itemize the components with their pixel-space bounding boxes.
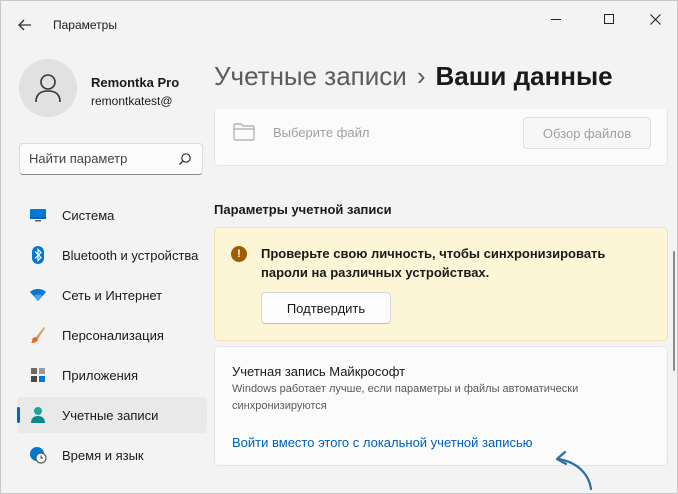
sidebar-item-label: Система bbox=[62, 207, 115, 223]
scrollbar[interactable] bbox=[673, 251, 675, 371]
window-title: Параметры bbox=[53, 18, 117, 32]
user-icon bbox=[35, 74, 61, 103]
warning-text: Проверьте свою личность, чтобы синхрониз… bbox=[261, 246, 606, 280]
sidebar-item-label: Время и язык bbox=[62, 447, 144, 463]
folder-icon bbox=[233, 123, 255, 146]
annotation-arrow-icon bbox=[555, 450, 593, 491]
back-arrow-icon bbox=[18, 19, 31, 31]
sidebar-item-label: Персонализация bbox=[62, 327, 164, 343]
avatar[interactable] bbox=[19, 59, 77, 117]
sidebar-item-bluetooth[interactable]: Bluetooth и устройства bbox=[17, 237, 207, 273]
sidebar-item-personalization[interactable]: Персонализация bbox=[17, 317, 207, 353]
ms-account-description: Windows работает лучше, если параметры и… bbox=[232, 383, 579, 412]
warning-icon: ! bbox=[231, 246, 247, 262]
sidebar-item-system[interactable]: Система bbox=[17, 197, 207, 233]
accounts-icon bbox=[29, 406, 47, 424]
user-email: remontkatest@ bbox=[91, 94, 173, 108]
sidebar-item-apps[interactable]: Приложения bbox=[17, 357, 207, 393]
sidebar-item-label: Bluetooth и устройства bbox=[62, 247, 199, 263]
local-account-link[interactable]: Войти вместо этого с локальной учетной з… bbox=[232, 435, 533, 450]
file-label: Выберите файл bbox=[273, 125, 370, 140]
sidebar-item-label: Сеть и Интернет bbox=[62, 287, 163, 303]
search-box[interactable] bbox=[19, 143, 203, 175]
microsoft-account-card: Учетная запись Майкрософт Windows работа… bbox=[214, 346, 668, 466]
title-bar: Параметры bbox=[1, 1, 677, 47]
apps-icon bbox=[29, 366, 47, 384]
sidebar-item-label: Приложения bbox=[62, 367, 139, 383]
section-title: Параметры учетной записи bbox=[214, 202, 392, 217]
browse-files-button[interactable]: Обзор файлов bbox=[523, 117, 651, 149]
minimize-button[interactable] bbox=[533, 5, 579, 33]
ms-account-title: Учетная запись Майкрософт bbox=[232, 364, 406, 379]
breadcrumb: Учетные записи › Ваши данные bbox=[214, 61, 613, 92]
brush-icon bbox=[29, 326, 47, 344]
maximize-icon bbox=[604, 14, 614, 24]
file-picker-card: Выберите файл Обзор файлов bbox=[214, 109, 668, 166]
page-title: Ваши данные bbox=[435, 61, 613, 91]
wifi-icon bbox=[29, 286, 47, 304]
sidebar-nav: Система Bluetooth и устройства Сеть и Ин… bbox=[17, 197, 207, 477]
close-button[interactable] bbox=[632, 5, 678, 33]
settings-window: Параметры Remontka Pro remontkatest@ Сис… bbox=[0, 0, 678, 494]
maximize-button[interactable] bbox=[586, 5, 632, 33]
user-name: Remontka Pro bbox=[91, 75, 180, 90]
search-icon bbox=[179, 153, 191, 165]
verify-identity-card: ! Проверьте свою личность, чтобы синхрон… bbox=[214, 227, 668, 341]
back-button[interactable] bbox=[11, 13, 39, 37]
breadcrumb-parent[interactable]: Учетные записи bbox=[214, 61, 407, 91]
sidebar-item-label: Учетные записи bbox=[62, 407, 159, 423]
search-input[interactable] bbox=[29, 151, 169, 166]
bluetooth-icon bbox=[29, 246, 47, 264]
sidebar-item-accounts[interactable]: Учетные записи bbox=[17, 397, 207, 433]
monitor-icon bbox=[29, 206, 47, 224]
minimize-icon bbox=[551, 18, 561, 20]
sidebar-item-time-language[interactable]: Время и язык bbox=[17, 437, 207, 473]
confirm-button[interactable]: Подтвердить bbox=[261, 292, 391, 324]
close-icon bbox=[649, 13, 661, 25]
breadcrumb-separator: › bbox=[416, 61, 426, 91]
sidebar-item-network[interactable]: Сеть и Интернет bbox=[17, 277, 207, 313]
clock-globe-icon bbox=[29, 446, 47, 464]
